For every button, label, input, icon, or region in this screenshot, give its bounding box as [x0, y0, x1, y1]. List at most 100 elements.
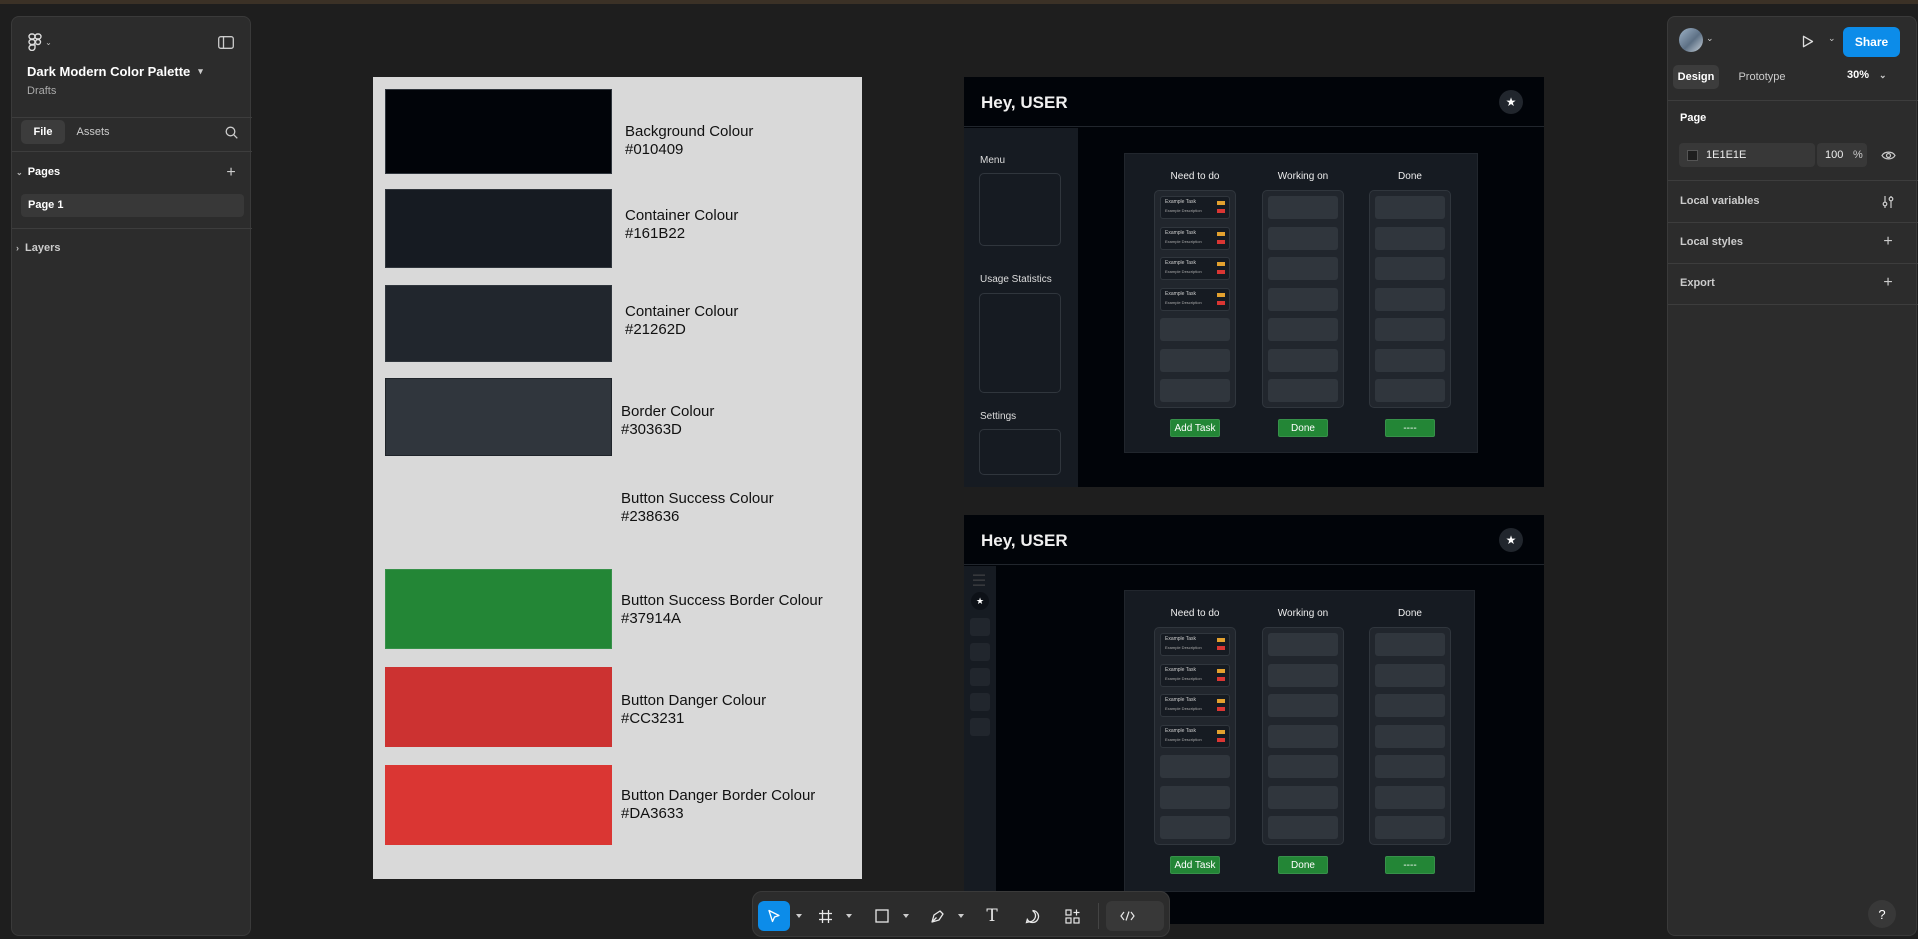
visibility-toggle[interactable]: [1878, 146, 1898, 164]
delete-badge[interactable]: [1217, 676, 1225, 681]
page-item-page-1[interactable]: Page 1: [21, 194, 244, 217]
comment-tool-button[interactable]: [1017, 901, 1047, 931]
task-card[interactable]: Example Task Example Description: [1160, 694, 1230, 717]
color-palette-frame[interactable]: Background Colour #010409 Container Colou…: [373, 77, 862, 879]
frame-tool-button[interactable]: [810, 901, 840, 931]
tab-assets[interactable]: Assets: [70, 120, 116, 144]
share-button[interactable]: Share: [1843, 27, 1900, 57]
add-style-button[interactable]: +: [1878, 233, 1898, 251]
delete-badge[interactable]: [1217, 707, 1225, 711]
sidebar-item[interactable]: [970, 693, 990, 711]
empty-slot: [1268, 196, 1338, 219]
sidebar-item[interactable]: [970, 643, 990, 661]
kanban-column: [1369, 627, 1451, 845]
done-button[interactable]: Done: [1278, 419, 1328, 437]
star-icon[interactable]: ★: [1499, 90, 1523, 114]
task-card[interactable]: Example Task Example Description: [1160, 663, 1230, 687]
edit-badge[interactable]: [1217, 668, 1225, 673]
empty-slot: [1268, 226, 1338, 250]
task-description: Example Description: [1165, 208, 1202, 213]
search-button[interactable]: [222, 123, 240, 141]
chevron-down-icon[interactable]: ⌄: [1828, 33, 1836, 44]
star-icon[interactable]: ★: [971, 592, 989, 610]
chevron-down-icon[interactable]: [903, 914, 909, 918]
present-button[interactable]: [1798, 31, 1818, 51]
file-name[interactable]: Dark Modern Color Palette ▾: [27, 64, 203, 79]
window-top-border: [0, 0, 1918, 4]
edit-badge[interactable]: [1217, 638, 1225, 642]
swatch-success-border[interactable]: [385, 569, 612, 649]
text-tool-button[interactable]: T: [977, 901, 1007, 931]
star-icon[interactable]: ★: [1499, 528, 1523, 552]
dashboard-desktop-frame[interactable]: Hey, USER ★ Menu Usage Statistics Settin…: [964, 77, 1544, 487]
chevron-down-icon[interactable]: [846, 914, 852, 918]
task-card[interactable]: Example Task Example Description: [1160, 633, 1230, 656]
tab-file[interactable]: File: [21, 120, 65, 144]
edit-badge[interactable]: [1217, 201, 1225, 205]
local-styles-heading[interactable]: Local styles: [1680, 236, 1743, 248]
delete-badge[interactable]: [1217, 737, 1225, 742]
placeholder-button[interactable]: ----: [1385, 419, 1435, 437]
done-button[interactable]: Done: [1278, 856, 1328, 874]
dev-mode-toggle[interactable]: [1106, 901, 1164, 931]
pages-header[interactable]: ⌄ Pages: [16, 166, 60, 178]
page-opacity-field[interactable]: 100 %: [1817, 143, 1867, 167]
add-export-button[interactable]: +: [1878, 274, 1898, 292]
export-heading[interactable]: Export: [1680, 277, 1715, 289]
sidebar-item[interactable]: [970, 618, 990, 636]
avatar[interactable]: [1679, 28, 1703, 52]
shape-tool-button[interactable]: [867, 901, 897, 931]
swatch-container-2[interactable]: [385, 285, 612, 362]
edit-badge[interactable]: [1217, 729, 1225, 734]
page-color-field[interactable]: 1E1E1E: [1679, 143, 1815, 167]
chevron-down-icon[interactable]: [958, 914, 964, 918]
layers-header[interactable]: › Layers: [16, 242, 60, 254]
edit-badge[interactable]: [1217, 231, 1225, 236]
column-header: Need to do: [1170, 608, 1220, 619]
toggle-sidebar-button[interactable]: [216, 32, 236, 52]
swatch-hex: #37914A: [621, 609, 682, 627]
edit-badge[interactable]: [1217, 292, 1225, 297]
move-tool-button[interactable]: [758, 901, 790, 931]
actions-tool-button[interactable]: [1057, 901, 1087, 931]
dashboard-compact-frame[interactable]: Hey, USER ★ — — — ★ Need to do Example Task…: [964, 515, 1544, 924]
task-card[interactable]: Example Task Example Description: [1160, 226, 1230, 250]
local-variables-heading[interactable]: Local variables: [1680, 195, 1760, 207]
swatch-danger-border[interactable]: [385, 765, 612, 845]
task-card[interactable]: Example Task Example Description: [1160, 196, 1230, 219]
chevron-down-icon[interactable]: [796, 914, 802, 918]
help-button[interactable]: ?: [1868, 900, 1896, 928]
sidebar-item[interactable]: [970, 668, 990, 686]
tab-design[interactable]: Design: [1673, 65, 1719, 89]
add-task-button[interactable]: Add Task: [1170, 419, 1220, 437]
swatch-background[interactable]: [385, 89, 612, 174]
figma-menu-button[interactable]: ⌄: [26, 31, 54, 53]
tab-prototype[interactable]: Prototype: [1727, 65, 1797, 89]
delete-badge[interactable]: [1217, 300, 1225, 305]
delete-badge[interactable]: [1217, 270, 1225, 274]
delete-badge[interactable]: [1217, 209, 1225, 213]
edit-badge[interactable]: [1217, 262, 1225, 266]
delete-badge[interactable]: [1217, 239, 1225, 244]
task-card[interactable]: Example Task Example Description: [1160, 257, 1230, 280]
swatch-border[interactable]: [385, 378, 612, 456]
empty-slot: [1375, 287, 1445, 311]
zoom-control[interactable]: 30% ⌄: [1847, 69, 1887, 81]
color-swatch[interactable]: [1687, 150, 1698, 161]
delete-badge[interactable]: [1217, 646, 1225, 650]
add-task-button[interactable]: Add Task: [1170, 856, 1220, 874]
edit-badge[interactable]: [1217, 699, 1225, 703]
variables-button[interactable]: [1878, 193, 1898, 211]
empty-slot: [1375, 694, 1445, 717]
swatch-danger[interactable]: [385, 667, 612, 747]
swatch-container-1[interactable]: [385, 189, 612, 268]
sidebar-item[interactable]: [970, 718, 990, 736]
chevron-down-icon[interactable]: ⌄: [1706, 33, 1714, 44]
hamburger-icon[interactable]: — — —: [973, 568, 987, 590]
add-page-button[interactable]: +: [222, 164, 240, 182]
swatch-label-success: Button Success Colour #238636: [621, 490, 774, 525]
task-card[interactable]: Example Task Example Description: [1160, 724, 1230, 748]
pen-tool-button[interactable]: [922, 901, 952, 931]
task-card[interactable]: Example Task Example Description: [1160, 287, 1230, 311]
placeholder-button[interactable]: ----: [1385, 856, 1435, 874]
